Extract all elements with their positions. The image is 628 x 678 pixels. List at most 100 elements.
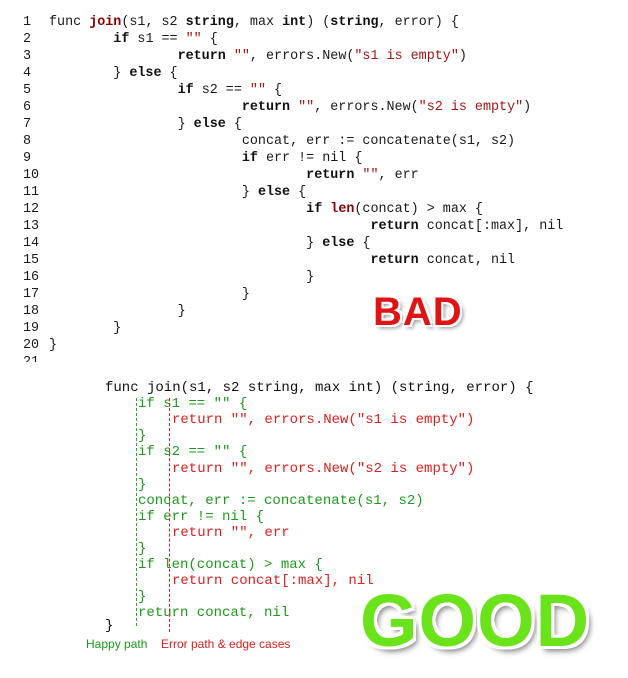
code-token: } bbox=[49, 304, 186, 319]
line-number: 21 bbox=[23, 354, 43, 362]
code-token: { bbox=[265, 83, 283, 98]
code-token: } bbox=[49, 185, 258, 200]
code-token: else bbox=[193, 117, 226, 132]
code-token: { bbox=[201, 32, 218, 47]
good-code-line: if len(concat) > max { bbox=[138, 557, 323, 574]
code-token: if bbox=[113, 32, 130, 47]
line-number: 4 bbox=[23, 66, 32, 81]
code-text: return concat[:max], nil bbox=[49, 218, 563, 235]
line-number: 9 bbox=[23, 151, 32, 166]
code-text: } else { bbox=[49, 184, 306, 201]
code-token: } bbox=[49, 287, 250, 302]
code-token: ) bbox=[458, 49, 467, 64]
code-text: } bbox=[49, 269, 314, 286]
code-token: string bbox=[185, 15, 234, 30]
line-number: 12 bbox=[23, 202, 40, 217]
bad-code-line: 14 } else { bbox=[0, 235, 628, 252]
bad-code-line: 20} bbox=[0, 337, 628, 354]
code-token: , err bbox=[378, 168, 419, 183]
code-text: } bbox=[49, 337, 57, 354]
code-token: "s1 is empty" bbox=[354, 49, 459, 64]
code-token: } bbox=[49, 321, 122, 336]
good-code-line: return "", errors.New("s1 is empty") bbox=[172, 412, 475, 429]
bad-code-line: 11 } else { bbox=[0, 184, 628, 201]
good-code-line: } bbox=[138, 589, 147, 606]
good-code-line: concat, err := concatenate(s1, s2) bbox=[138, 492, 424, 509]
code-token: concat, err := concatenate(s1, s2) bbox=[49, 134, 516, 149]
code-token: "" bbox=[249, 83, 266, 98]
bad-code-line: 19 } bbox=[0, 320, 628, 337]
good-code-line: } bbox=[138, 476, 147, 493]
code-text: } bbox=[49, 286, 250, 303]
line-number: 5 bbox=[23, 83, 32, 98]
happy-path-guide-line bbox=[136, 398, 137, 626]
bad-code-line: 13 return concat[:max], nil bbox=[0, 218, 628, 235]
code-text: } bbox=[49, 320, 121, 337]
bad-code-line: 9 if err != nil { bbox=[0, 150, 628, 167]
code-token: s1 == bbox=[129, 32, 186, 47]
good-code-line: return "", errors.New("s2 is empty") bbox=[172, 460, 475, 477]
good-code-line: func join(s1, s2 string, max int) (strin… bbox=[105, 380, 534, 396]
code-token: if bbox=[177, 83, 194, 98]
code-token: "" bbox=[298, 100, 315, 115]
code-token: { bbox=[354, 236, 371, 251]
code-text: if len(concat) > max { bbox=[49, 201, 483, 218]
line-number: 19 bbox=[23, 321, 40, 336]
bad-code-listing: 1 func join(s1, s2 string, max int) (stri… bbox=[0, 14, 628, 362]
code-text: if s2 == "" { bbox=[49, 82, 282, 99]
code-token: "s2 is empty" bbox=[418, 100, 524, 115]
bad-code-line: 17 } bbox=[0, 286, 628, 303]
good-code-line: } bbox=[138, 428, 147, 445]
good-code-line: if s2 == "" { bbox=[138, 444, 248, 461]
line-number: 16 bbox=[23, 270, 40, 285]
bad-code-line: 6 return "", errors.New("s2 is empty") bbox=[0, 99, 628, 116]
bad-code-line: 1 func join(s1, s2 string, max int) (stri… bbox=[0, 14, 628, 31]
code-token: if bbox=[241, 151, 258, 166]
code-token: int bbox=[282, 15, 307, 30]
code-token: else bbox=[129, 66, 162, 81]
code-text: return "", err bbox=[49, 167, 419, 184]
line-number: 11 bbox=[23, 185, 40, 200]
happy-path-caption: Happy path bbox=[86, 637, 148, 651]
code-token: { bbox=[290, 185, 307, 200]
bad-code-line: 5 if s2 == "" { bbox=[0, 82, 628, 99]
line-number: 13 bbox=[23, 219, 40, 234]
code-token: func bbox=[49, 15, 90, 30]
code-token: , errors.New( bbox=[314, 100, 419, 115]
code-token: "" bbox=[233, 49, 250, 64]
code-token: err != nil { bbox=[257, 151, 363, 166]
error-path-caption: Error path & edge cases bbox=[161, 637, 291, 651]
bad-code-line: 18 } bbox=[0, 303, 628, 320]
bad-code-line: 3 return "", errors.New("s1 is empty") bbox=[0, 48, 628, 65]
bad-code-line: 16 } bbox=[0, 269, 628, 286]
code-token: , max bbox=[233, 15, 283, 30]
bad-code-line: 12 if len(concat) > max { bbox=[0, 201, 628, 218]
code-text: } bbox=[49, 303, 186, 320]
code-text: return "", errors.New("s1 is empty") bbox=[49, 48, 467, 65]
good-code-line: if err != nil { bbox=[138, 508, 265, 525]
code-text: func join(s1, s2 string, max int) (strin… bbox=[49, 14, 459, 31]
code-token: } bbox=[49, 117, 194, 132]
good-code-line: if s1 == "" { bbox=[138, 396, 248, 413]
code-token: } bbox=[49, 236, 323, 251]
good-code-line: } bbox=[105, 618, 114, 634]
code-token: return bbox=[370, 253, 419, 268]
code-token: if bbox=[306, 202, 323, 217]
line-number: 7 bbox=[23, 117, 32, 132]
code-token: } bbox=[49, 270, 315, 285]
code-token: "" bbox=[185, 32, 202, 47]
code-token: (s1, s2 bbox=[121, 15, 186, 30]
code-token: else bbox=[257, 185, 291, 200]
good-code-line: return concat, nil bbox=[138, 605, 290, 622]
code-token: ) ( bbox=[306, 15, 331, 30]
line-number: 2 bbox=[23, 32, 32, 47]
